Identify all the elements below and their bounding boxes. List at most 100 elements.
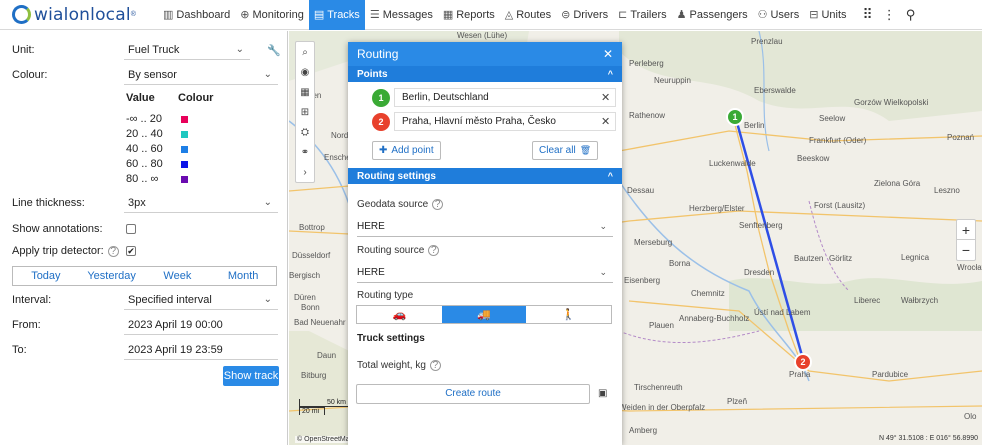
map-place-label: Bonn [301,303,320,312]
colour-swatch[interactable] [181,161,188,168]
zoom-out-button[interactable]: − [957,240,975,260]
chevron-down-icon: ⌄ [263,197,272,208]
map-place-label: Düsseldorf [292,251,331,260]
colour-select[interactable]: By sensor ⌄ [124,65,278,85]
nav-drivers[interactable]: ⊜ Drivers [556,0,613,30]
tab-today[interactable]: Today [13,267,79,285]
map-geofence-icon[interactable]: ⚭ [295,142,315,162]
thickness-row: Line thickness: 3px ⌄ [0,193,288,213]
wialon-logo[interactable]: wialonlocal ® [0,5,158,25]
clear-all-button[interactable]: Clear all 🗑 [532,141,599,160]
truck-icon: 🚚 [477,309,491,321]
chevron-down-icon: ⌄ [235,44,244,55]
nav-passengers-label: Passengers [689,8,748,21]
to-datetime-input[interactable]: 2023 April 19 23:59 [124,340,278,360]
clear-all-label: Clear all [539,145,576,156]
routing-source-select[interactable]: HERE ⌄ [357,263,613,283]
interval-row: Interval: Specified interval ⌄ [0,290,288,310]
car-icon: 🚗 [392,309,407,321]
nav-trailers[interactable]: ⊏ Trailers [613,0,671,30]
colour-swatch[interactable] [181,131,188,138]
geodata-source-label: Geodata source? [357,199,444,210]
help-icon[interactable]: ? [432,199,444,210]
colour-row: Colour: By sensor ⌄ [0,65,288,85]
create-route-button[interactable]: Create route [356,384,590,404]
routing-mode-car[interactable]: 🚗 [357,306,442,323]
map-place-label: Görlitz [829,254,853,263]
map-place-label: Merseburg [634,238,673,247]
map-route-icon[interactable]: ⛭ [295,122,315,142]
nav-users[interactable]: ⚇ Users [753,0,805,30]
nav-routes-label: Routes [516,8,552,21]
colour-swatch[interactable] [181,176,188,183]
colour-table-colour-header: Colour [178,92,214,104]
nav-dashboard[interactable]: ▥ Dashboard [158,0,235,30]
map-layers-icon[interactable]: ◉ [295,62,315,82]
unit-select[interactable]: Fuel Truck ⌄ [124,40,250,60]
map-search-icon[interactable]: ⌕ [295,42,315,62]
trip-detector-checkbox[interactable]: ✔ [126,246,136,256]
route-point-row[interactable]: 1 Berlin, Deutschland ✕ [372,88,616,107]
wrench-icon[interactable]: 🔧 [267,44,281,57]
colour-range-value: -∞ .. 20 [126,113,162,125]
geodata-source-select[interactable]: HERE ⌄ [357,217,613,237]
tab-yesterday[interactable]: Yesterday [79,267,145,285]
geodata-source-value: HERE [357,221,385,232]
routing-type-switch: 🚗 🚚 🚶 [356,305,612,324]
map-place-label: Neuruppin [654,76,691,85]
help-icon[interactable]: ? [429,360,441,371]
routing-type-label: Routing type [357,290,414,301]
colour-range-value: 20 .. 40 [126,128,163,140]
nav-units[interactable]: ⊟ Units [804,0,851,30]
nav-reports[interactable]: ▦ Reports [438,0,500,30]
help-icon[interactable]: ? [428,245,440,256]
add-point-button[interactable]: ✚ Add point [372,141,441,160]
map-place-label: Legnica [901,253,930,262]
points-section-title: Points [357,68,388,80]
remove-point-icon[interactable]: ✕ [601,91,610,104]
close-icon[interactable]: ✕ [603,47,613,61]
map-place-label: Annaberg-Buchholz [679,314,750,323]
thickness-select[interactable]: 3px ⌄ [124,193,278,213]
apps-grid-icon[interactable]: ⠿ [858,0,878,30]
help-icon[interactable]: ? [107,246,119,257]
points-section-header[interactable]: Points ^ [348,66,622,82]
from-datetime-input[interactable]: 2023 April 19 00:00 [124,315,278,335]
chevron-right-icon[interactable]: › [295,162,315,182]
route-end-marker[interactable]: 2 [794,353,812,371]
routing-panel: Routing ✕ Points ^ 1 Berlin, Deutschland ✕… [348,42,622,445]
routing-settings-title: Routing settings [357,170,436,182]
nav-tracks[interactable]: ▤ Tracks [308,0,365,30]
routing-mode-truck[interactable]: 🚚 [441,306,527,323]
nav-messages[interactable]: ☰ Messages [365,0,438,30]
annotations-checkbox[interactable] [126,224,136,234]
trash-icon: 🗑 [579,145,592,155]
tab-month[interactable]: Month [210,267,276,285]
route-start-marker[interactable]: 1 [726,108,744,126]
nav-monitoring[interactable]: ⊕ Monitoring [235,0,309,30]
routing-settings-section-header[interactable]: Routing settings ^ [348,168,622,184]
zoom-in-button[interactable]: + [957,220,975,240]
interval-select[interactable]: Specified interval ⌄ [124,290,278,310]
nav-passengers[interactable]: ♟ Passengers [672,0,753,30]
map-type-icon[interactable]: ▦ [295,82,315,102]
thickness-label: Line thickness: [12,197,85,209]
from-label: From: [12,319,41,331]
map-toolbar: ⌕ ◉ ▦ ⊞ ⛭ ⚭ › [295,41,315,183]
more-icon[interactable]: ⋮ [878,0,901,30]
colour-swatch[interactable] [181,146,188,153]
route-point-row[interactable]: 2 Praha, Hlavní město Praha, Česko ✕ [372,112,616,131]
user-account-icon[interactable]: ⚲ [901,0,921,30]
map-ruler-icon[interactable]: ⊞ [295,102,315,122]
route-book-icon[interactable]: ▣ [598,388,607,399]
passengers-icon: ♟ [676,9,687,21]
show-track-button[interactable]: Show track [223,366,279,386]
tab-week[interactable]: Week [145,267,211,285]
routing-mode-pedestrian[interactable]: 🚶 [526,306,611,323]
nav-routes[interactable]: ◬ Routes [500,0,556,30]
geodata-source-label-text: Geodata source [357,199,429,210]
map-place-label: Olo [964,412,977,421]
routing-panel-title: Routing [357,47,399,61]
colour-swatch[interactable] [181,116,188,123]
remove-point-icon[interactable]: ✕ [601,115,610,128]
